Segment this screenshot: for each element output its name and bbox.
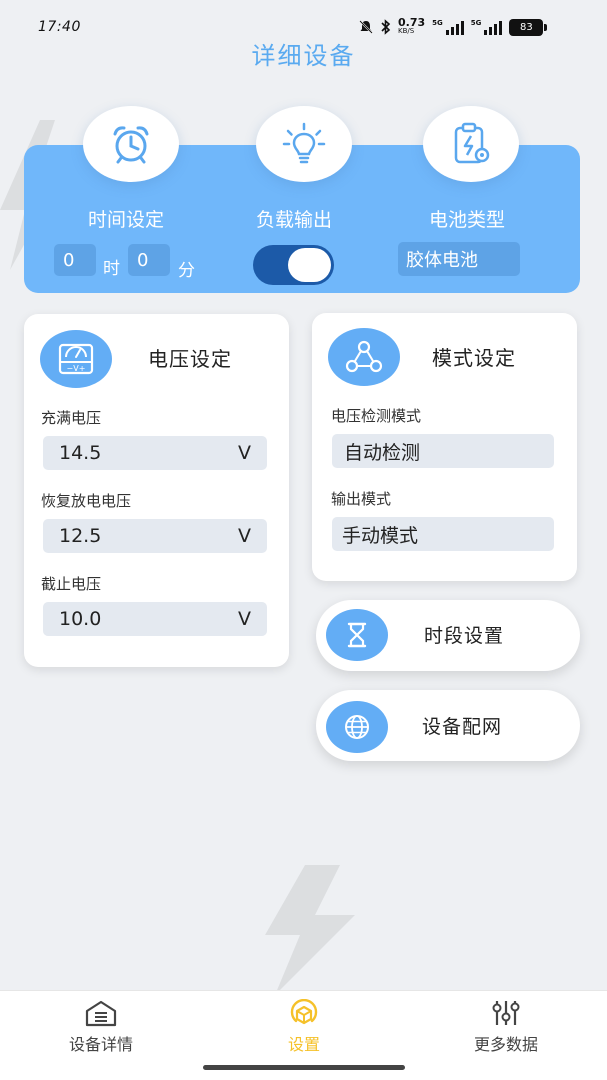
device-home-icon xyxy=(85,1000,117,1027)
output-mode-select[interactable]: 手动模式 xyxy=(332,517,554,551)
bluetooth-icon xyxy=(381,19,391,35)
recover-voltage-input[interactable]: 12.5 V xyxy=(43,519,267,553)
period-icon-badge xyxy=(326,609,388,661)
full-voltage-label: 充满电压 xyxy=(41,409,102,427)
status-icons: 0.73 KB/S 5G 5G 83 xyxy=(358,16,548,38)
cutoff-voltage-input[interactable]: 10.0 V xyxy=(43,602,267,636)
settings-cube-icon xyxy=(290,999,318,1025)
toggle-knob xyxy=(288,248,331,282)
network-icon-badge xyxy=(326,701,388,753)
voltage-card-title: 电压设定 xyxy=(148,347,232,371)
signal-sim1-icon: 5G xyxy=(432,19,464,35)
net-speed: 0.73 KB/S xyxy=(398,16,426,35)
output-mode-label: 输出模式 xyxy=(331,490,392,508)
nodes-triangle-icon xyxy=(345,340,383,373)
mode-icon-badge xyxy=(328,328,400,386)
load-output-toggle[interactable] xyxy=(253,245,334,285)
light-bulb-icon xyxy=(282,122,326,164)
battery-type-label: 电池类型 xyxy=(428,209,505,231)
battery-type-select[interactable]: 胶体电池 xyxy=(398,242,520,276)
network-config-label: 设备配网 xyxy=(422,716,503,738)
home-indicator xyxy=(203,1065,405,1070)
hourglass-icon xyxy=(347,622,367,648)
mode-card-title: 模式设定 xyxy=(432,346,516,370)
alarm-clock-icon xyxy=(113,126,149,164)
recover-voltage-label: 恢复放电电压 xyxy=(41,492,132,510)
signal-sim2-icon: 5G xyxy=(471,19,503,35)
hour-unit: 时 xyxy=(103,259,120,279)
bell-muted-icon xyxy=(359,20,373,34)
alarm-clock-button[interactable] xyxy=(83,106,179,182)
cutoff-voltage-label: 截止电压 xyxy=(41,575,102,593)
voltmeter-icon: −V+ xyxy=(58,343,94,375)
network-config-button[interactable]: 设备配网 xyxy=(316,690,580,761)
period-settings-button[interactable]: 时段设置 xyxy=(316,600,580,671)
page-title: 详细设备 xyxy=(251,42,356,70)
globe-icon xyxy=(345,715,369,739)
battery-type-button[interactable] xyxy=(423,106,519,182)
voltage-detect-mode-label: 电压检测模式 xyxy=(331,407,422,425)
battery-clipboard-icon xyxy=(454,122,490,164)
battery-indicator: 83 xyxy=(509,18,548,36)
nav-item-device-details[interactable]: 设备详情 xyxy=(41,999,161,1055)
minute-input[interactable]: 0 xyxy=(128,244,170,276)
voltage-detect-mode-select[interactable]: 自动检测 xyxy=(332,434,554,468)
svg-text:−V+: −V+ xyxy=(67,364,86,373)
nav-item-settings[interactable]: 设置 xyxy=(244,999,364,1055)
time-setting-label: 时间设定 xyxy=(87,209,164,231)
status-time: 17:40 xyxy=(38,19,81,35)
bulb-button[interactable] xyxy=(256,106,352,182)
voltage-icon-badge: −V+ xyxy=(40,330,112,388)
load-output-label: 负载输出 xyxy=(255,209,332,231)
full-voltage-input[interactable]: 14.5 V xyxy=(43,436,267,470)
nav-item-more-data[interactable]: 更多数据 xyxy=(446,999,566,1055)
sliders-icon xyxy=(492,1001,520,1025)
hour-input[interactable]: 0 xyxy=(54,244,96,276)
bolt-decoration-icon xyxy=(265,865,355,995)
minute-unit: 分 xyxy=(178,261,195,281)
period-settings-label: 时段设置 xyxy=(424,625,505,647)
